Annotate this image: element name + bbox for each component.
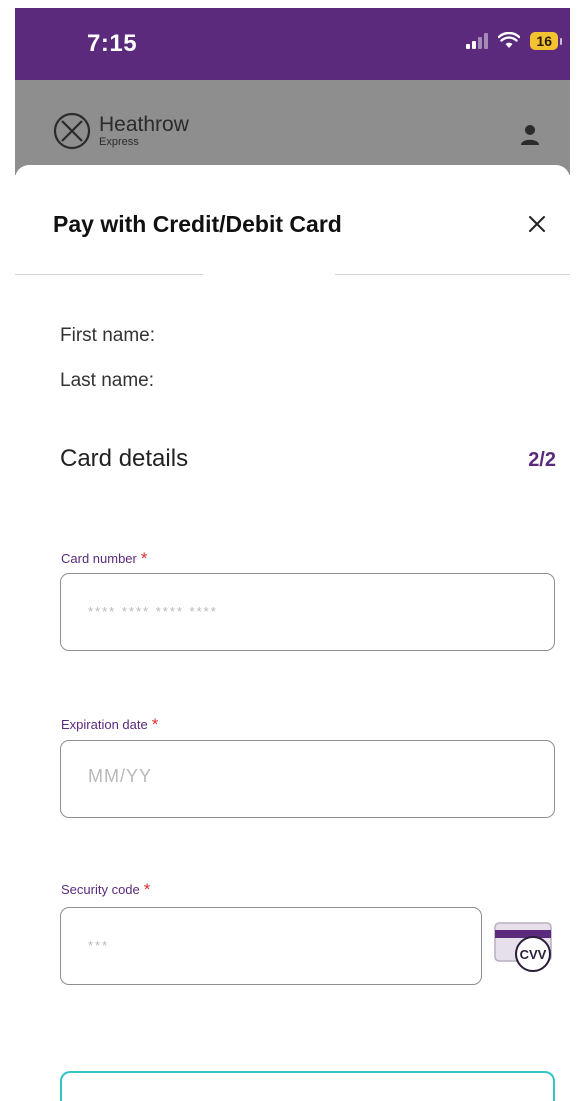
cvv-card-icon: CVV <box>494 922 552 972</box>
security-code-label: Security code * <box>61 880 150 900</box>
payment-sheet: Pay with Credit/Debit Card First name: L… <box>15 165 570 1101</box>
logo-name: Heathrow <box>99 113 189 136</box>
expiration-date-placeholder: MM/YY <box>88 766 153 786</box>
expiration-date-label: Expiration date * <box>61 715 158 735</box>
expiration-date-label-text: Expiration date <box>61 717 148 732</box>
cvv-text: CVV <box>520 947 547 962</box>
security-code-label-text: Security code <box>61 882 140 897</box>
required-marker: * <box>140 549 148 568</box>
card-number-input[interactable]: **** **** **** **** <box>60 573 555 651</box>
status-bar: 7:15 16 <box>15 8 570 80</box>
section-title: Card details <box>60 445 189 472</box>
card-number-label: Card number * <box>61 549 148 569</box>
first-name-row: First name: <box>60 325 155 347</box>
security-code-input[interactable]: *** <box>60 907 482 985</box>
first-name-label: First name: <box>60 325 156 346</box>
logo-text: Heathrow Express <box>99 113 189 149</box>
signal-icon <box>466 33 489 49</box>
close-icon[interactable] <box>526 213 548 235</box>
continue-button[interactable] <box>60 1071 555 1101</box>
required-marker: * <box>151 715 159 734</box>
divider <box>15 274 203 275</box>
step-indicator: 2/2 <box>528 449 556 471</box>
required-marker: * <box>143 880 151 899</box>
status-time: 7:15 <box>87 30 138 57</box>
profile-icon[interactable] <box>520 124 540 146</box>
divider <box>335 274 570 275</box>
heathrow-logo-icon <box>53 112 91 150</box>
status-icons: 16 <box>466 32 562 50</box>
card-number-placeholder: **** **** **** **** <box>88 604 218 619</box>
card-number-label-text: Card number <box>61 551 137 566</box>
logo-subtitle: Express <box>99 136 139 148</box>
battery-icon: 16 <box>530 32 562 50</box>
sheet-title: Pay with Credit/Debit Card <box>53 211 342 237</box>
expiration-date-input[interactable]: MM/YY <box>60 740 555 818</box>
wifi-icon <box>498 32 521 48</box>
last-name-row: Last name: <box>60 370 154 392</box>
last-name-label: Last name: <box>60 370 154 391</box>
security-code-placeholder: *** <box>88 938 110 953</box>
app-header: Heathrow Express <box>15 80 570 175</box>
